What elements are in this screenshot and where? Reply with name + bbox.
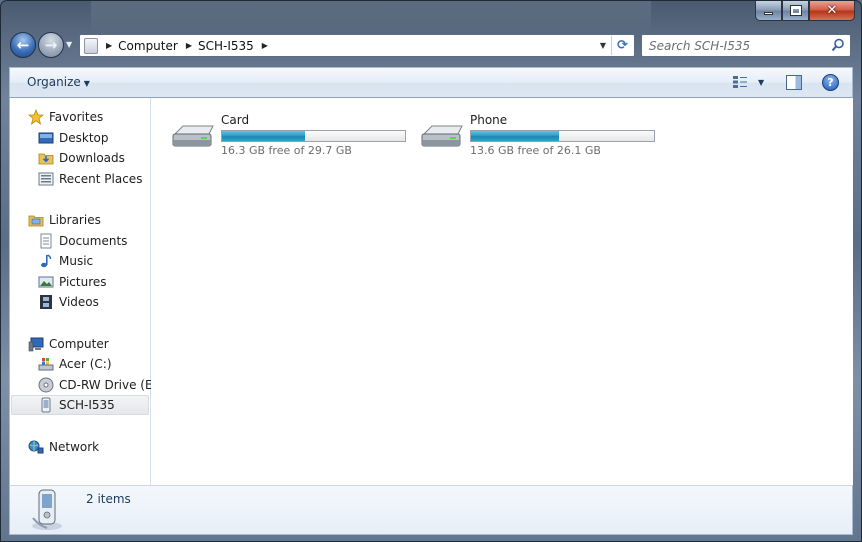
drive-phone-free-space: 13.6 GB free of 26.1 GB <box>470 144 601 157</box>
change-view-button[interactable]: ▼ <box>732 75 764 89</box>
nav-sch-i535-label: SCH-I535 <box>59 398 115 412</box>
refresh-icon: ⟳ <box>617 38 628 53</box>
nav-network-label: Network <box>49 440 100 454</box>
item-count: 2 items <box>86 492 131 506</box>
breadcrumb-separator-icon[interactable]: ▶ <box>186 41 192 50</box>
nav-pictures-label: Pictures <box>59 275 107 289</box>
maximize-button[interactable] <box>782 1 809 21</box>
drive-card-usage-fill <box>222 131 305 141</box>
close-button[interactable]: ✕ <box>809 1 855 21</box>
nav-pictures[interactable]: Pictures <box>38 272 107 292</box>
nav-acer-c-label: Acer (C:) <box>59 357 112 371</box>
desktop-icon <box>38 132 54 144</box>
nav-acer-c[interactable]: Acer (C:) <box>38 354 112 374</box>
help-icon: ? <box>827 76 834 89</box>
drive-phone[interactable]: Phone 13.6 GB free of 26.1 GB <box>418 104 668 157</box>
removable-drive-icon <box>172 125 214 147</box>
nav-recent-places-label: Recent Places <box>59 172 143 186</box>
nav-computer[interactable]: Computer <box>28 334 109 354</box>
help-button[interactable]: ? <box>822 74 839 91</box>
command-bar: Organize ▼ ▼ ? <box>9 67 853 98</box>
hard-drive-icon <box>38 358 54 371</box>
phone-device-icon <box>41 397 51 413</box>
back-button[interactable]: ← <box>10 32 36 58</box>
nav-documents-label: Documents <box>59 234 128 248</box>
music-note-icon <box>41 254 52 268</box>
drive-card[interactable]: Card 16.3 GB free of 29.7 GB <box>169 104 419 157</box>
explorer-window: ✕ ← → ▼ ▶ Computer ▶ SCH-I535 ▶ ▼ ⟳ Sear… <box>0 0 862 542</box>
close-icon: ✕ <box>826 3 838 18</box>
drive-phone-usage-bar <box>470 130 655 142</box>
organize-label: Organize <box>27 75 81 89</box>
view-dropdown-arrow-icon[interactable]: ▼ <box>758 78 764 87</box>
nav-videos[interactable]: Videos <box>38 292 99 312</box>
drive-phone-name: Phone <box>470 113 508 127</box>
documents-icon <box>40 233 52 249</box>
maximize-icon <box>790 6 801 15</box>
nav-cd-rw-drive-label: CD-RW Drive (E:) <box>59 378 162 392</box>
preview-pane-button[interactable] <box>786 75 802 90</box>
nav-music-label: Music <box>59 254 94 268</box>
nav-computer-label: Computer <box>49 337 109 351</box>
nav-libraries[interactable]: Libraries <box>28 210 101 230</box>
address-history-dropdown[interactable]: ▼ <box>600 41 606 50</box>
search-box[interactable] <box>641 34 851 57</box>
nav-favorites-label: Favorites <box>49 110 104 124</box>
breadcrumb-computer[interactable]: Computer <box>118 39 178 53</box>
address-bar[interactable]: ▶ Computer ▶ SCH-I535 ▶ ▼ ⟳ <box>79 34 635 57</box>
removable-drive-icon <box>421 125 463 147</box>
caption-buttons: ✕ <box>755 1 855 21</box>
breadcrumb-separator-icon[interactable]: ▶ <box>262 41 268 50</box>
breadcrumb-sch-i535[interactable]: SCH-I535 <box>198 39 254 53</box>
pictures-icon <box>38 276 54 288</box>
nav-sch-i535[interactable]: SCH-I535 <box>11 395 149 415</box>
nav-libraries-label: Libraries <box>49 213 101 227</box>
network-icon <box>28 440 44 454</box>
phone-device-icon <box>84 37 98 54</box>
recent-pages-dropdown[interactable]: ▼ <box>66 40 72 49</box>
nav-videos-label: Videos <box>59 295 99 309</box>
chevron-down-icon: ▼ <box>83 79 90 88</box>
star-icon <box>28 109 44 125</box>
nav-desktop-label: Desktop <box>59 131 109 145</box>
drive-card-usage-bar <box>221 130 406 142</box>
breadcrumb-separator-icon[interactable]: ▶ <box>106 41 112 50</box>
drive-card-free-space: 16.3 GB free of 29.7 GB <box>221 144 352 157</box>
nav-documents[interactable]: Documents <box>38 231 127 251</box>
details-pane: 2 items <box>9 485 853 535</box>
drive-card-name: Card <box>221 113 250 127</box>
refresh-button[interactable]: ⟳ <box>611 36 633 55</box>
computer-icon <box>28 337 44 352</box>
navigation-row: ← → ▼ ▶ Computer ▶ SCH-I535 ▶ ▼ ⟳ <box>1 30 861 62</box>
search-icon[interactable] <box>831 38 845 52</box>
nav-downloads-label: Downloads <box>59 151 125 165</box>
nav-network[interactable]: Network <box>28 437 99 457</box>
nav-cd-rw-drive[interactable]: CD-RW Drive (E:) <box>38 375 161 395</box>
downloads-folder-icon <box>38 153 54 165</box>
forward-button[interactable]: → <box>38 32 64 58</box>
minimize-icon <box>764 12 773 15</box>
forward-arrow-icon: → <box>44 36 58 54</box>
view-options-icon <box>733 76 747 88</box>
phone-device-icon <box>32 489 62 530</box>
nav-downloads[interactable]: Downloads <box>38 148 125 168</box>
organize-button[interactable]: Organize ▼ <box>27 75 90 89</box>
nav-favorites[interactable]: Favorites <box>28 107 103 127</box>
navigation-pane: Favorites Desktop Downloads Recent Place… <box>9 98 161 485</box>
nav-music[interactable]: Music <box>38 251 93 271</box>
drive-phone-usage-fill <box>471 131 559 141</box>
recent-places-icon <box>38 172 54 186</box>
back-arrow-icon: ← <box>16 36 30 54</box>
minimize-button[interactable] <box>755 1 782 21</box>
content-area: Card 16.3 GB free of 29.7 GB Phone 13.6 … <box>151 98 853 485</box>
nav-recent-places[interactable]: Recent Places <box>38 169 142 189</box>
libraries-icon <box>28 215 44 227</box>
video-film-icon <box>40 295 52 309</box>
search-input[interactable] <box>649 38 829 53</box>
nav-desktop[interactable]: Desktop <box>38 128 109 148</box>
cd-drive-icon <box>38 377 54 393</box>
